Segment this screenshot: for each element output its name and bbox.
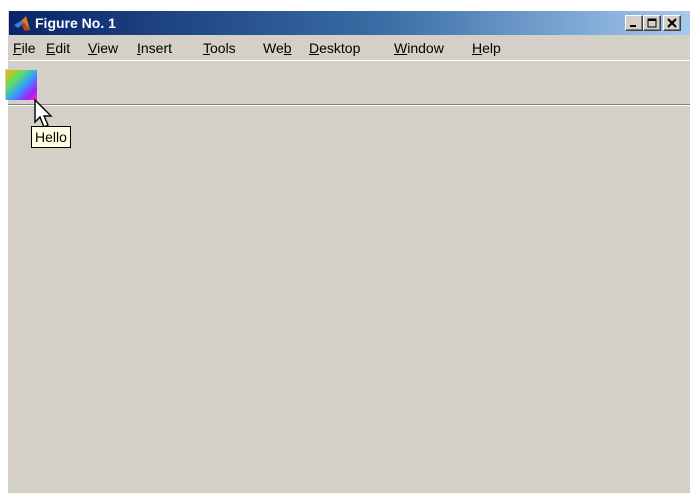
menu-separator: [9, 60, 690, 61]
close-icon: [667, 18, 677, 28]
title-bar[interactable]: Figure No. 1: [9, 11, 690, 35]
close-button[interactable]: [663, 15, 681, 31]
menu-view[interactable]: View: [88, 40, 118, 57]
menu-tools[interactable]: Tools: [203, 40, 236, 57]
menu-desktop[interactable]: Desktop: [309, 40, 360, 57]
matlab-logo-icon: [14, 16, 30, 31]
color-gradient-icon: [6, 70, 37, 100]
minimize-icon: [630, 25, 636, 27]
minimize-button[interactable]: [625, 15, 643, 31]
window-title: Figure No. 1: [35, 15, 116, 31]
menu-window[interactable]: Window: [394, 40, 444, 57]
menu-web[interactable]: Web: [263, 40, 292, 57]
gradient-toolbar-button[interactable]: [5, 69, 38, 100]
menu-bar: File Edit View Insert Tools Web Desktop …: [9, 37, 690, 59]
menu-insert[interactable]: Insert: [137, 40, 172, 57]
figure-window: Figure No. 1 File Edit View Insert Tools…: [8, 11, 690, 493]
tooltip: Hello: [31, 126, 71, 148]
maximize-icon: [647, 18, 657, 28]
menu-help[interactable]: Help: [472, 40, 501, 57]
menu-file[interactable]: File: [13, 40, 36, 57]
maximize-button[interactable]: [643, 15, 661, 31]
menu-edit[interactable]: Edit: [46, 40, 70, 57]
toolbar-divider: [8, 104, 690, 106]
